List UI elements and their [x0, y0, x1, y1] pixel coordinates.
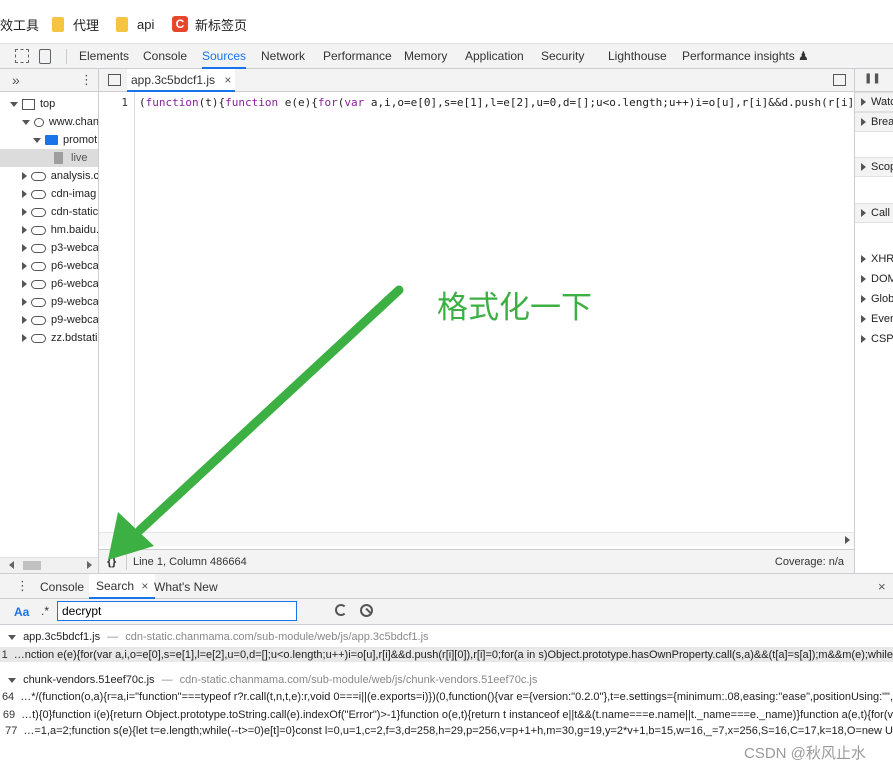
- arrow-shaft: [135, 285, 404, 535]
- annotation-arrow: [108, 285, 404, 560]
- annotation-text: 格式化一下: [437, 290, 592, 326]
- watermark: CSDN @秋风止水: [744, 745, 866, 762]
